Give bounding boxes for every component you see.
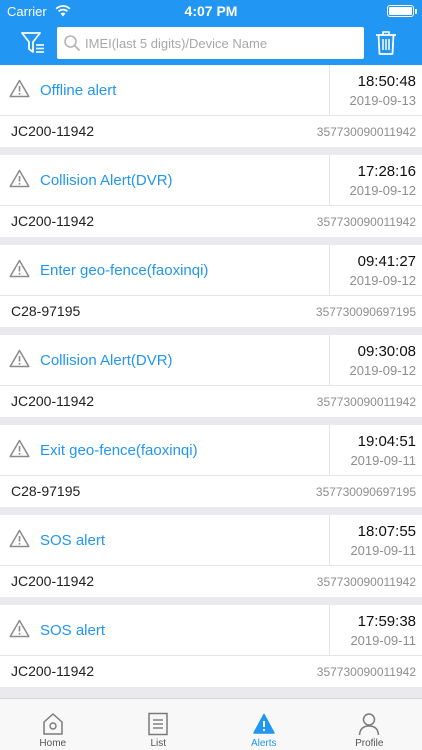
search-icon bbox=[64, 35, 80, 51]
alert-time: 17:59:38 bbox=[357, 613, 416, 630]
tab-profile[interactable]: Profile bbox=[317, 699, 422, 750]
alert-header: Offline alert 18:50:48 2019-09-13 bbox=[0, 65, 422, 116]
alert-type: Offline alert bbox=[40, 82, 117, 99]
filter-icon[interactable] bbox=[20, 30, 46, 56]
alert-date: 2019-09-11 bbox=[350, 633, 416, 648]
device-imei: 357730090697195 bbox=[315, 305, 416, 319]
divider bbox=[329, 245, 330, 296]
device-imei: 357730090011942 bbox=[316, 665, 416, 679]
device-name: JC200-11942 bbox=[11, 213, 95, 229]
tab-label: Home bbox=[39, 738, 67, 749]
tab-label: Profile bbox=[355, 738, 384, 749]
tab-alerts[interactable]: Alerts bbox=[211, 699, 317, 750]
device-name: JC200-11942 bbox=[11, 393, 95, 409]
tab-list[interactable]: List bbox=[106, 699, 212, 750]
alert-header: Exit geo-fence(faoxinqi) 19:04:51 2019-0… bbox=[0, 425, 422, 476]
search-box bbox=[57, 27, 364, 59]
alert-list[interactable]: Offline alert 18:50:48 2019-09-13 JC200-… bbox=[0, 65, 422, 698]
device-name: JC200-11942 bbox=[11, 123, 95, 139]
tab-label: List bbox=[150, 738, 167, 749]
alert-header: Enter geo-fence(faoxinqi) 09:41:27 2019-… bbox=[0, 245, 422, 296]
tab-home[interactable]: Home bbox=[0, 699, 106, 750]
alert-time: 09:30:08 bbox=[357, 343, 416, 360]
alert-icon bbox=[253, 713, 275, 734]
device-imei: 357730090011942 bbox=[316, 125, 416, 139]
alert-card[interactable]: Collision Alert(DVR) 17:28:16 2019-09-12… bbox=[0, 155, 422, 237]
status-bar: Carrier 4:07 PM bbox=[0, 0, 422, 22]
alert-header: Collision Alert(DVR) 09:30:08 2019-09-12 bbox=[0, 335, 422, 386]
device-imei: 357730090697195 bbox=[315, 485, 416, 499]
warning-icon bbox=[9, 439, 30, 458]
alert-card[interactable]: Offline alert 18:50:48 2019-09-13 JC200-… bbox=[0, 65, 422, 147]
alert-time: 19:04:51 bbox=[357, 433, 416, 450]
tab-label: Alerts bbox=[250, 738, 277, 749]
alert-type: Collision Alert(DVR) bbox=[40, 352, 173, 369]
alert-time: 09:41:27 bbox=[357, 253, 416, 270]
device-name: JC200-11942 bbox=[11, 663, 95, 679]
clock: 4:07 PM bbox=[184, 3, 238, 19]
alert-date: 2019-09-12 bbox=[349, 363, 417, 378]
divider bbox=[329, 605, 330, 656]
tab-bar: Home List Alerts Profile bbox=[0, 698, 422, 750]
alert-card[interactable]: Enter geo-fence(faoxinqi) 09:41:27 2019-… bbox=[0, 245, 422, 327]
alert-date: 2019-09-11 bbox=[350, 453, 416, 468]
warning-icon bbox=[9, 349, 30, 368]
warning-icon bbox=[9, 79, 30, 98]
alert-time: 18:50:48 bbox=[357, 73, 416, 90]
divider bbox=[329, 155, 330, 206]
alert-type: Enter geo-fence(faoxinqi) bbox=[40, 262, 209, 279]
list-icon bbox=[148, 712, 168, 736]
nav-bar bbox=[0, 22, 422, 65]
alert-type: Collision Alert(DVR) bbox=[40, 172, 173, 189]
warning-icon bbox=[9, 169, 30, 188]
divider bbox=[329, 425, 330, 476]
alert-time: 18:07:55 bbox=[357, 523, 416, 540]
alert-header: Collision Alert(DVR) 17:28:16 2019-09-12 bbox=[0, 155, 422, 206]
alert-card[interactable]: Exit geo-fence(faoxinqi) 19:04:51 2019-0… bbox=[0, 425, 422, 507]
trash-icon[interactable] bbox=[375, 30, 397, 56]
alert-date: 2019-09-12 bbox=[349, 183, 417, 198]
alert-time: 17:28:16 bbox=[357, 163, 416, 180]
alert-type: SOS alert bbox=[40, 622, 106, 639]
profile-icon bbox=[359, 713, 380, 736]
alert-card[interactable]: SOS alert 18:07:55 2019-09-11 JC200-1194… bbox=[0, 515, 422, 597]
device-imei: 357730090011942 bbox=[316, 395, 416, 409]
divider bbox=[329, 515, 330, 566]
alert-card[interactable]: Collision Alert(DVR) 09:30:08 2019-09-12… bbox=[0, 335, 422, 417]
alert-header: SOS alert 17:59:38 2019-09-11 bbox=[0, 605, 422, 656]
alert-date: 2019-09-11 bbox=[350, 543, 416, 558]
alert-date: 2019-09-13 bbox=[349, 93, 417, 108]
alert-header: SOS alert 18:07:55 2019-09-11 bbox=[0, 515, 422, 566]
device-name: JC200-11942 bbox=[11, 573, 95, 589]
divider bbox=[329, 65, 330, 116]
warning-icon bbox=[9, 529, 30, 548]
alert-type: Exit geo-fence(faoxinqi) bbox=[40, 442, 198, 459]
device-name: C28-97195 bbox=[11, 483, 81, 499]
device-imei: 357730090011942 bbox=[316, 215, 416, 229]
alert-card[interactable]: SOS alert 17:59:38 2019-09-11 JC200-1194… bbox=[0, 605, 422, 687]
device-name: C28-97195 bbox=[11, 303, 81, 319]
alert-date: 2019-09-12 bbox=[349, 273, 417, 288]
search-input[interactable] bbox=[85, 27, 360, 59]
device-imei: 357730090011942 bbox=[316, 575, 416, 589]
warning-icon bbox=[9, 619, 30, 638]
alert-type: SOS alert bbox=[40, 532, 106, 549]
home-icon bbox=[43, 713, 63, 735]
battery-icon bbox=[387, 5, 417, 17]
warning-icon bbox=[9, 259, 30, 278]
divider bbox=[329, 335, 330, 386]
